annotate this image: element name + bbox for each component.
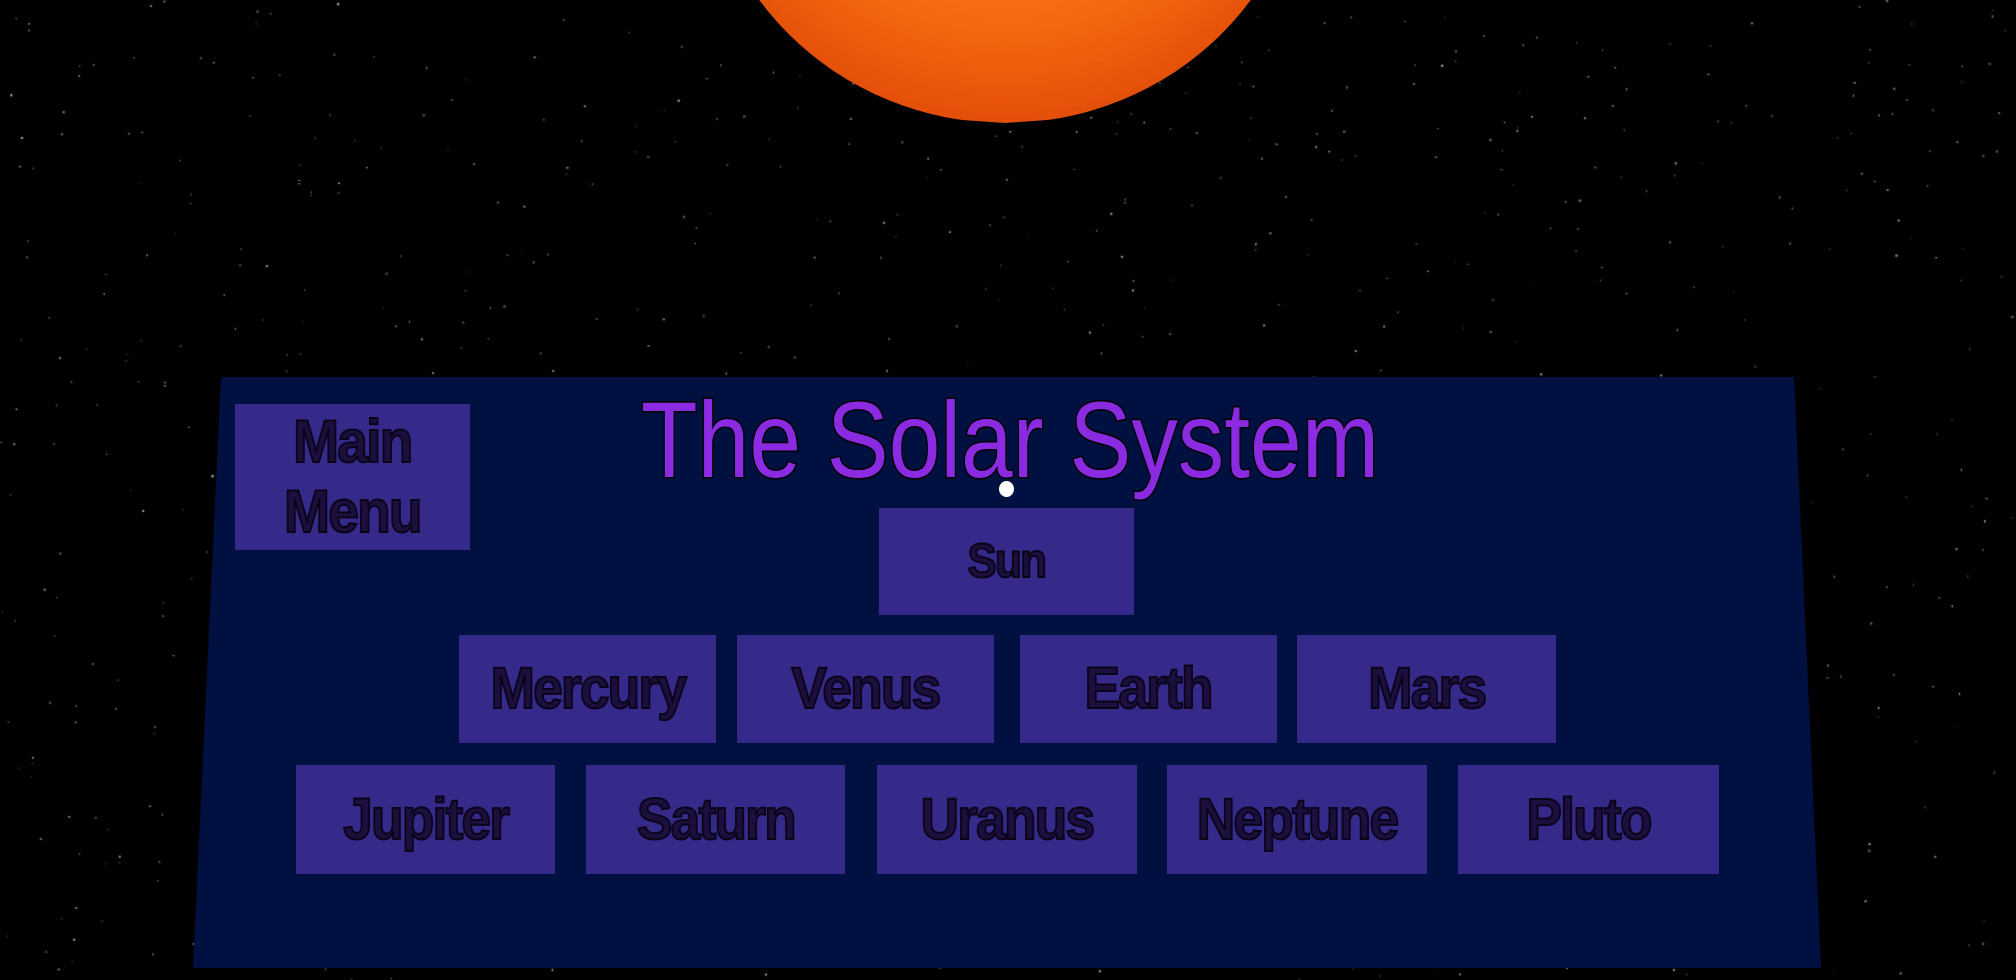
- venus-label: Venus: [791, 656, 943, 721]
- mercury-label: Mercury: [489, 656, 687, 721]
- saturn-button[interactable]: Saturn: [586, 765, 845, 874]
- pluto-label: Pluto: [1525, 786, 1653, 852]
- mars-label: Mars: [1367, 656, 1488, 721]
- earth-label: Earth: [1084, 656, 1215, 721]
- uranus-label: Uranus: [920, 786, 1096, 852]
- main-menu-label: Main Menu: [283, 407, 423, 546]
- uranus-button[interactable]: Uranus: [877, 765, 1137, 874]
- jupiter-button[interactable]: Jupiter: [296, 765, 555, 874]
- mars-button[interactable]: Mars: [1297, 635, 1556, 743]
- saturn-label: Saturn: [636, 786, 798, 852]
- gaze-cursor-icon: [999, 481, 1014, 497]
- jupiter-label: Jupiter: [342, 786, 511, 852]
- sun-label: Sun: [967, 534, 1049, 589]
- sun-button[interactable]: Sun: [879, 508, 1134, 615]
- main-menu-button[interactable]: Main Menu: [235, 404, 470, 550]
- earth-button[interactable]: Earth: [1020, 635, 1277, 743]
- neptune-button[interactable]: Neptune: [1167, 765, 1427, 874]
- mercury-button[interactable]: Mercury: [459, 635, 716, 743]
- pluto-button[interactable]: Pluto: [1458, 765, 1719, 874]
- neptune-label: Neptune: [1196, 786, 1400, 852]
- venus-button[interactable]: Venus: [737, 635, 994, 743]
